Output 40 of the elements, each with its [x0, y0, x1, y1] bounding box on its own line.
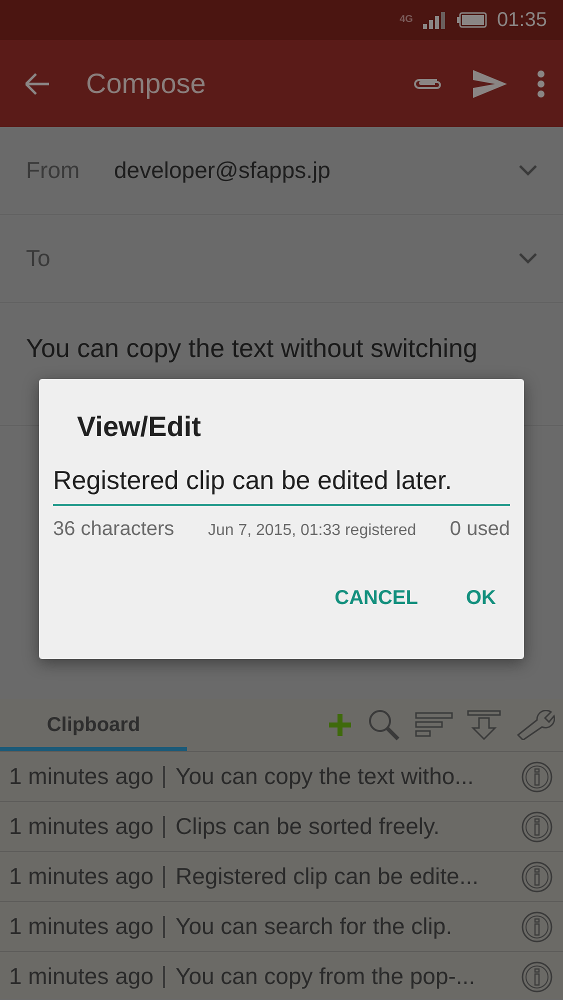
- send-icon[interactable]: [473, 70, 507, 98]
- info-icon[interactable]: [521, 910, 553, 942]
- clip-time: 1 minutes ago: [9, 763, 154, 790]
- clip-time: 1 minutes ago: [9, 913, 154, 940]
- info-icon[interactable]: [521, 860, 553, 892]
- character-count: 36 characters: [53, 518, 174, 541]
- use-count: 0 used: [450, 518, 510, 541]
- plus-icon[interactable]: [327, 712, 353, 738]
- download-icon[interactable]: [467, 710, 501, 740]
- subject-text[interactable]: You can copy the text without switching: [26, 333, 478, 363]
- info-icon[interactable]: [521, 810, 553, 842]
- ok-button[interactable]: OK: [452, 579, 510, 618]
- wrench-icon[interactable]: [515, 710, 555, 740]
- clip-time: 1 minutes ago: [9, 863, 154, 890]
- sort-lines-icon[interactable]: [415, 712, 453, 738]
- registered-date: Jun 7, 2015, 01:33 registered: [208, 522, 416, 540]
- chevron-down-icon[interactable]: [519, 165, 537, 176]
- battery-icon: [456, 12, 487, 28]
- network-type: 4G: [400, 15, 413, 25]
- info-icon[interactable]: [521, 960, 553, 992]
- clip-time: 1 minutes ago: [9, 963, 154, 990]
- clip-text[interactable]: Clips can be sorted freely.: [175, 813, 521, 840]
- clip-input-field[interactable]: Registered clip can be edited later.: [53, 465, 510, 506]
- back-arrow-icon[interactable]: [24, 72, 50, 96]
- from-field[interactable]: developer@sfapps.jp: [114, 157, 519, 184]
- clip-text[interactable]: You can search for the clip.: [175, 913, 521, 940]
- clipboard-tab[interactable]: Clipboard: [0, 699, 187, 751]
- clip-text[interactable]: You can copy the text witho...: [175, 763, 521, 790]
- more-icon[interactable]: [537, 70, 545, 98]
- clock: 01:35: [496, 8, 547, 32]
- dialog-title: View/Edit: [77, 411, 201, 443]
- search-icon[interactable]: [367, 708, 401, 742]
- cancel-button[interactable]: CANCEL: [320, 579, 432, 618]
- chevron-down-icon[interactable]: [519, 253, 537, 264]
- clip-text[interactable]: Registered clip can be edite...: [175, 863, 521, 890]
- clip-time: 1 minutes ago: [9, 813, 154, 840]
- signal-icon: [422, 11, 447, 29]
- info-icon[interactable]: [521, 760, 553, 792]
- clip-text[interactable]: You can copy from the pop-...: [175, 963, 521, 990]
- screen-title: Compose: [86, 68, 207, 100]
